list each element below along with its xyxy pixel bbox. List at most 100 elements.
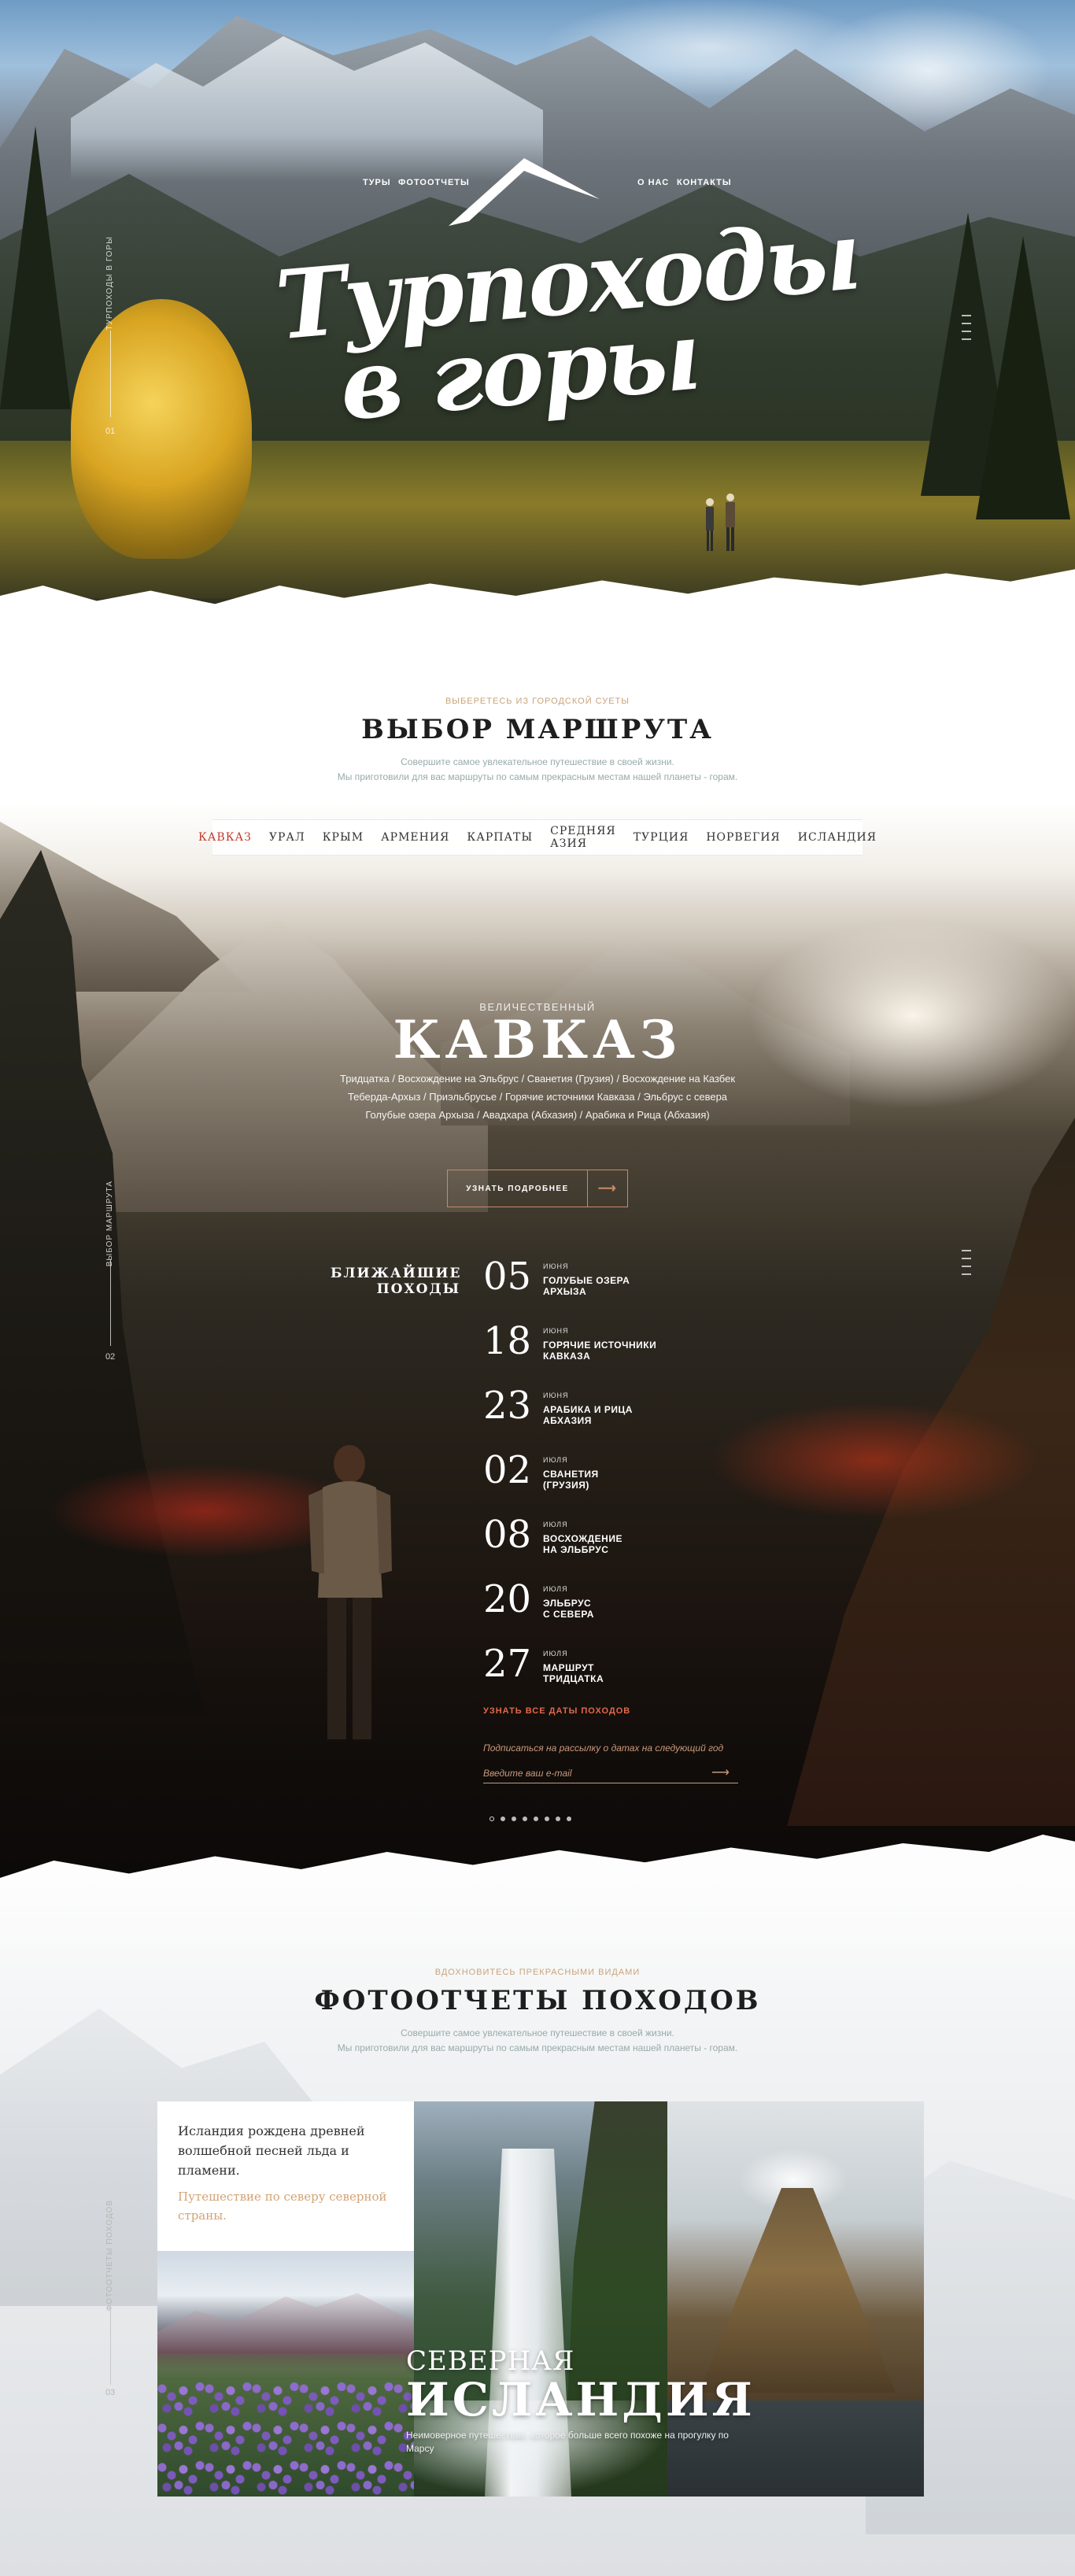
- learn-more-button[interactable]: УЗНАТЬ ПОДРОБНЕЕ ⟶: [447, 1170, 628, 1207]
- photo-report-intro: Исландия рождена древней волшебной песне…: [178, 2123, 365, 2178]
- hikers-figure: [706, 493, 735, 551]
- hero-section: ТУРЫ ФОТООТЧЕТЫ О НАС КОНТАКТЫ Турпоходы…: [0, 0, 1075, 653]
- route-description: Совершите самое увлекательное путешестви…: [0, 755, 1075, 785]
- photo-report-text-panel: Исландия рождена древней волшебной песне…: [157, 2101, 414, 2251]
- hike-day: 08: [483, 1513, 532, 1557]
- hike-name: ВОСХОЖДЕНИЕ НА ЭЛЬБРУС: [543, 1533, 622, 1556]
- slider-dot[interactable]: [501, 1817, 505, 1821]
- hero-side-label: ТУРПОХОДЫ В ГОРЫ: [105, 236, 114, 331]
- all-dates-link[interactable]: УЗНАТЬ ВСЕ ДАТЫ ПОХОДОВ: [483, 1706, 630, 1716]
- landing-page: ТУРЫ ФОТООТЧЕТЫ О НАС КОНТАКТЫ Турпоходы…: [0, 0, 1075, 2576]
- nav-contacts-link[interactable]: КОНТАКТЫ: [677, 178, 732, 187]
- caucasus-routes-line3[interactable]: Голубые озера Архыза / Авадхара (Абхазия…: [365, 1109, 709, 1121]
- caucasus-vertical-pager[interactable]: [962, 1250, 971, 1281]
- hike-month: ИЮЛЯ: [543, 1650, 568, 1658]
- tab-crimea[interactable]: КРЫМ: [314, 831, 372, 844]
- learn-more-label: УЗНАТЬ ПОДРОБНЕЕ: [448, 1170, 588, 1207]
- tab-central-asia[interactable]: СРЕДНЯЯ АЗИЯ: [541, 825, 625, 850]
- hike-item[interactable]: 05 ИЮНЯ ГОЛУБЫЕ ОЗЕРА АРХЫЗА: [483, 1258, 704, 1322]
- hike-month: ИЮЛЯ: [543, 1456, 568, 1464]
- slider-dot[interactable]: [534, 1817, 538, 1821]
- tab-caucasus[interactable]: КАВКАЗ: [190, 831, 260, 844]
- arrow-right-icon: ⟶: [597, 1182, 618, 1196]
- email-input[interactable]: [483, 1763, 738, 1783]
- hike-item[interactable]: 02 ИЮЛЯ СВАНЕТИЯ (ГРУЗИЯ): [483, 1451, 704, 1516]
- hero-yellow-tree: [71, 299, 252, 559]
- hero-side-number: 01: [105, 427, 116, 436]
- hike-month: ИЮНЯ: [543, 1262, 569, 1270]
- hike-day: 02: [483, 1448, 532, 1492]
- slider-dot[interactable]: [567, 1817, 571, 1821]
- hike-name: АРАБИКА И РИЦА АБХАЗИЯ: [543, 1404, 633, 1427]
- hike-item[interactable]: 23 ИЮНЯ АРАБИКА И РИЦА АБХАЗИЯ: [483, 1387, 704, 1451]
- tab-norway[interactable]: НОРВЕГИЯ: [697, 831, 789, 844]
- photo-report-link[interactable]: Путешествие по северу северной страны.: [178, 2188, 393, 2225]
- hike-name: ГОРЯЧИЕ ИСТОЧНИКИ КАВКАЗА: [543, 1340, 657, 1362]
- upcoming-hikes-list: 05 ИЮНЯ ГОЛУБЫЕ ОЗЕРА АРХЫЗА 18 ИЮНЯ ГОРЯ…: [483, 1258, 704, 1709]
- hiker-woman-figure: [308, 1445, 392, 1739]
- nav-tours-link[interactable]: ТУРЫ: [363, 178, 391, 187]
- caucasus-title: КАВКАЗ: [393, 1009, 682, 1070]
- hike-name: МАРШРУТ ТРИДЦАТКА: [543, 1662, 604, 1685]
- caption-small-title: СЕВЕРНАЯ: [406, 2345, 575, 2377]
- tab-carpathians[interactable]: КАРПАТЫ: [458, 831, 541, 844]
- route-selection-header: ВЫБЕРЕТЕСЬ ИЗ ГОРОДСКОЙ СУЕТЫ ВЫБОР МАРШ…: [0, 653, 1075, 811]
- caucasus-routes-line2[interactable]: Теберда-Архыз / Приэльбрусье / Горячие и…: [348, 1091, 727, 1103]
- photos-side-label: ФОТООТЧЕТЫ ПОХОДОВ: [105, 2200, 114, 2312]
- tab-iceland[interactable]: ИСЛАНДИЯ: [789, 831, 885, 844]
- tab-armenia[interactable]: АРМЕНИЯ: [372, 831, 458, 844]
- hike-day: 23: [483, 1384, 532, 1428]
- hero-side-line: [110, 331, 111, 417]
- hike-month: ИЮЛЯ: [543, 1585, 568, 1593]
- caption-description: Неимоверное путешествие, которое больше …: [406, 2430, 729, 2454]
- photos-title: ФОТООТЧЕТЫ ПОХОДОВ: [314, 1985, 761, 2016]
- hike-item[interactable]: 08 ИЮЛЯ ВОСХОЖДЕНИЕ НА ЭЛЬБРУС: [483, 1516, 704, 1580]
- tab-ural[interactable]: УРАЛ: [260, 831, 314, 844]
- hike-month: ИЮЛЯ: [543, 1521, 568, 1528]
- photos-description: Совершите самое увлекательное путешестви…: [0, 2026, 1075, 2056]
- slider-dot[interactable]: [489, 1817, 494, 1821]
- hero-pine-tree: [976, 236, 1070, 519]
- nav-about-link[interactable]: О НАС: [637, 178, 669, 187]
- hike-name: ГОЛУБЫЕ ОЗЕРА АРХЫЗА: [543, 1275, 630, 1298]
- lupine-field-photo[interactable]: [157, 2251, 414, 2497]
- hike-month: ИЮНЯ: [543, 1391, 569, 1399]
- hike-item[interactable]: 20 ИЮЛЯ ЭЛЬБРУС С СЕВЕРА: [483, 1580, 704, 1645]
- logo-mountain-icon[interactable]: [445, 153, 603, 232]
- caucasus-heading: ВЕЛИЧЕСТВЕННЫЙ КАВКАЗ Тридцатка / Восхож…: [0, 1001, 1075, 1125]
- photos-desc-line1: Совершите самое увлекательное путешестви…: [401, 2027, 674, 2038]
- photos-desc-line2: Мы приготовили для вас маршруты по самым…: [337, 2042, 738, 2054]
- subscribe-hint: Подписаться на рассылку о датах на следу…: [483, 1743, 724, 1754]
- slider-dots: [489, 1817, 571, 1821]
- caucasus-routes-line1[interactable]: Тридцатка / Восхождение на Эльбрус / Сва…: [340, 1073, 735, 1085]
- route-title: ВЫБОР МАРШРУТА: [361, 714, 714, 745]
- slider-dot[interactable]: [545, 1817, 549, 1821]
- hero-vertical-pager[interactable]: [962, 315, 971, 346]
- region-tabs: КАВКАЗ УРАЛ КРЫМ АРМЕНИЯ КАРПАТЫ СРЕДНЯЯ…: [198, 819, 876, 856]
- caucasus-kicker: ВЕЛИЧЕСТВЕННЫЙ: [479, 1001, 596, 1013]
- caption-big-title: ИСЛАНДИЯ: [406, 2373, 755, 2426]
- photo-reports-header: ВДОХНОВИТЕСЬ ПРЕКРАСНЫМИ ВИДАМИ ФОТООТЧЕ…: [0, 1968, 1075, 2056]
- hike-item[interactable]: 18 ИЮНЯ ГОРЯЧИЕ ИСТОЧНИКИ КАВКАЗА: [483, 1322, 704, 1387]
- slider-dot[interactable]: [523, 1817, 527, 1821]
- hike-day: 27: [483, 1642, 532, 1686]
- hike-day: 20: [483, 1577, 532, 1621]
- caucasus-red-bushes: [708, 1401, 1039, 1519]
- photo-report-caption: СЕВЕРНАЯ ИСЛАНДИЯ Неимоверное путешестви…: [406, 2345, 755, 2456]
- photos-side-number: 03: [105, 2388, 116, 2397]
- route-desc-line2: Мы приготовили для вас маршруты по самым…: [337, 771, 738, 783]
- slider-dot[interactable]: [556, 1817, 560, 1821]
- route-desc-line1: Совершите самое увлекательное путешестви…: [401, 756, 674, 767]
- caucasus-side-label: ВЫБОР МАРШРУТА: [105, 1181, 114, 1267]
- hero-title: Турпоходы в горы: [272, 200, 863, 442]
- hike-name: ЭЛЬБРУС С СЕВЕРА: [543, 1598, 594, 1621]
- caucasus-side-line: [110, 1259, 111, 1346]
- hero-pine-tree: [0, 126, 71, 409]
- slider-dot[interactable]: [512, 1817, 516, 1821]
- hike-day: 05: [483, 1255, 532, 1299]
- tab-turkey[interactable]: ТУРЦИЯ: [625, 831, 698, 844]
- hike-item[interactable]: 27 ИЮЛЯ МАРШРУТ ТРИДЦАТКА: [483, 1645, 704, 1709]
- hike-name: СВАНЕТИЯ (ГРУЗИЯ): [543, 1469, 599, 1491]
- submit-arrow-icon[interactable]: ⟶: [711, 1765, 730, 1780]
- hike-day: 18: [483, 1319, 532, 1363]
